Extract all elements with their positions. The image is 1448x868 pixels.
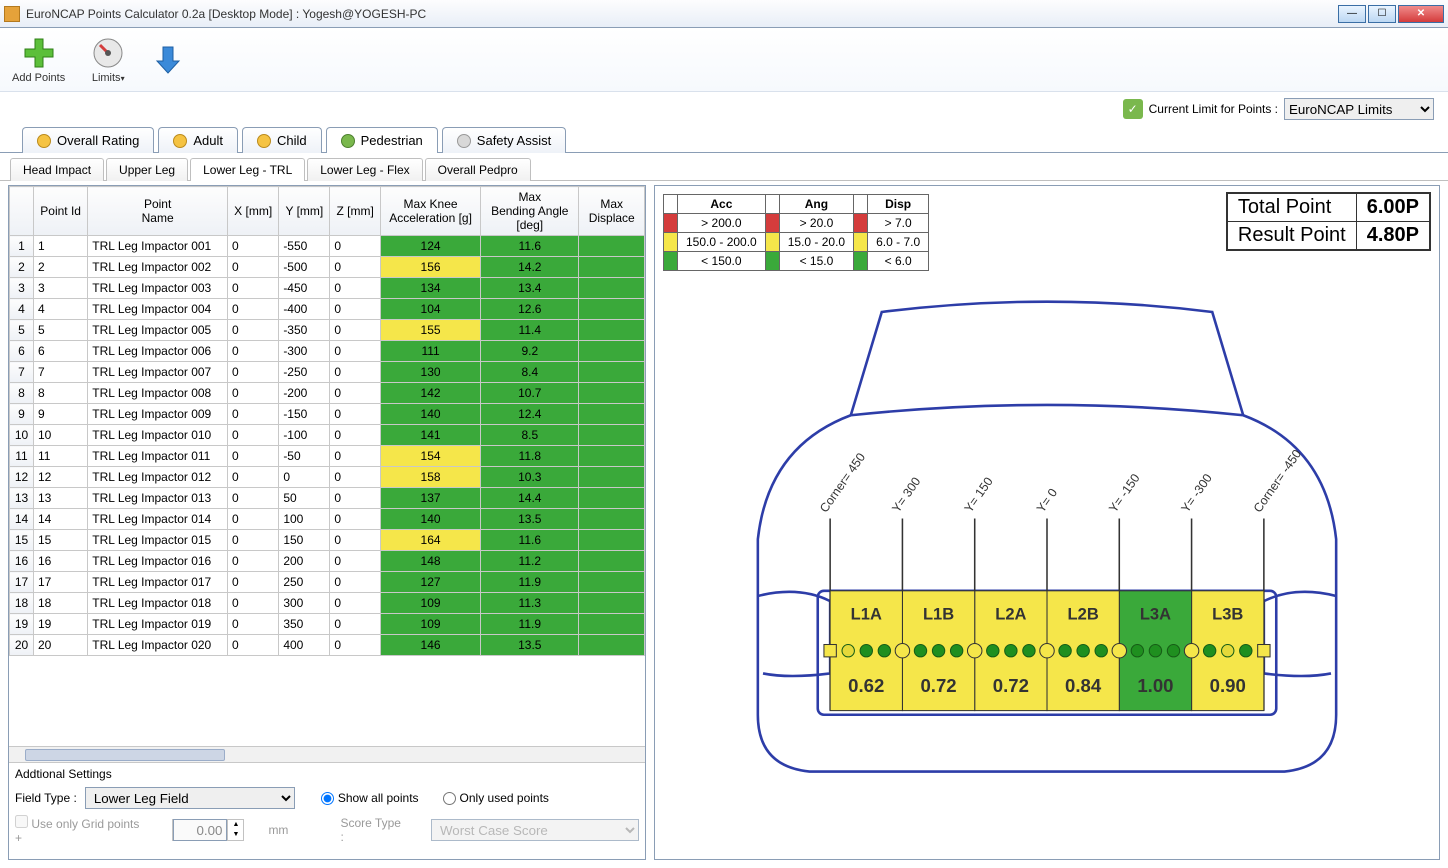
ribbon-toolbar: Add Points Limits▾	[0, 28, 1448, 92]
limits-select[interactable]: EuroNCAP Limits	[1284, 98, 1434, 120]
table-row[interactable]: 1111TRL Leg Impactor 0110-50015411.8	[10, 446, 645, 467]
app-icon	[4, 6, 20, 22]
table-row[interactable]: 88TRL Leg Impactor 0080-200014210.7	[10, 383, 645, 404]
window-minimize-button[interactable]	[1338, 5, 1366, 23]
show-all-points-radio[interactable]: Show all points	[321, 791, 419, 805]
subtab-lower-leg-trl[interactable]: Lower Leg - TRL	[190, 158, 305, 181]
col-y[interactable]: Y [mm]	[279, 187, 330, 236]
horizontal-scrollbar[interactable]	[9, 746, 645, 762]
plus-icon	[22, 36, 56, 70]
svg-text:L3B: L3B	[1212, 605, 1243, 624]
subtab-upper-leg[interactable]: Upper Leg	[106, 158, 188, 181]
result-box: Total Point6.00P Result Point4.80P	[1226, 192, 1431, 251]
main-tabstrip: Overall Rating Adult Child Pedestrian Sa…	[0, 126, 1448, 153]
svg-text:0.90: 0.90	[1210, 675, 1246, 696]
additional-settings-panel: Addtional Settings Field Type : Lower Le…	[9, 762, 645, 859]
table-row[interactable]: 1818TRL Leg Impactor 0180300010911.3	[10, 593, 645, 614]
table-row[interactable]: 99TRL Leg Impactor 0090-150014012.4	[10, 404, 645, 425]
down-arrow-button[interactable]	[147, 41, 189, 79]
svg-text:L1B: L1B	[923, 605, 954, 624]
svg-text:0.62: 0.62	[848, 675, 884, 696]
svg-text:Corner= -450: Corner= -450	[1251, 447, 1305, 515]
svg-text:Y= 0: Y= 0	[1034, 486, 1060, 515]
score-type-label: Score Type :	[340, 816, 407, 844]
svg-text:0.84: 0.84	[1065, 675, 1102, 696]
table-row[interactable]: 22TRL Leg Impactor 0020-500015614.2	[10, 257, 645, 278]
table-row[interactable]: 44TRL Leg Impactor 0040-400010412.6	[10, 299, 645, 320]
sub-tabstrip: Head Impact Upper Leg Lower Leg - TRL Lo…	[0, 157, 1448, 181]
tab-child[interactable]: Child	[242, 127, 322, 153]
tab-overall-rating[interactable]: Overall Rating	[22, 127, 154, 153]
table-row[interactable]: 77TRL Leg Impactor 0070-25001308.4	[10, 362, 645, 383]
svg-text:L2B: L2B	[1068, 605, 1099, 624]
table-row[interactable]: 1010TRL Leg Impactor 0100-10001418.5	[10, 425, 645, 446]
field-type-select[interactable]: Lower Leg Field	[85, 787, 295, 809]
table-row[interactable]: 66TRL Leg Impactor 0060-30001119.2	[10, 341, 645, 362]
settings-title: Addtional Settings	[15, 767, 639, 781]
col-max-bend[interactable]: Max Bending Angle [deg]	[481, 187, 579, 236]
tab-safety-assist[interactable]: Safety Assist	[442, 127, 566, 153]
current-limit-label: Current Limit for Points :	[1149, 102, 1278, 116]
threshold-legend-table: AccAngDisp > 200.0> 20.0> 7.0 150.0 - 20…	[663, 194, 929, 271]
svg-text:1.00: 1.00	[1137, 675, 1173, 696]
tab-adult[interactable]: Adult	[158, 127, 238, 153]
svg-text:Y= 300: Y= 300	[889, 475, 923, 516]
col-x[interactable]: X [mm]	[228, 187, 279, 236]
svg-text:Y= -150: Y= -150	[1106, 471, 1143, 515]
data-grid[interactable]: Point Id Point Name X [mm] Y [mm] Z [mm]…	[9, 186, 645, 746]
table-row[interactable]: 1919TRL Leg Impactor 0190350010911.9	[10, 614, 645, 635]
limits-label: Limits▾	[92, 72, 125, 84]
table-row[interactable]: 1616TRL Leg Impactor 0160200014811.2	[10, 551, 645, 572]
arrow-down-icon	[151, 43, 185, 77]
window-maximize-button[interactable]	[1368, 5, 1396, 23]
only-used-points-radio[interactable]: Only used points	[443, 791, 549, 805]
svg-text:Corner= 450: Corner= 450	[817, 450, 868, 515]
svg-text:L3A: L3A	[1140, 605, 1171, 624]
score-type-select[interactable]: Worst Case Score	[431, 819, 639, 841]
svg-text:0.72: 0.72	[920, 675, 956, 696]
subtab-overall-pedpro[interactable]: Overall Pedpro	[425, 158, 531, 181]
table-row[interactable]: 2020TRL Leg Impactor 0200400014613.5	[10, 635, 645, 656]
left-pane: Point Id Point Name X [mm] Y [mm] Z [mm]…	[8, 185, 646, 860]
svg-text:L1A: L1A	[851, 605, 882, 624]
table-row[interactable]: 55TRL Leg Impactor 0050-350015511.4	[10, 320, 645, 341]
tab-pedestrian[interactable]: Pedestrian	[326, 127, 438, 153]
table-row[interactable]: 1212TRL Leg Impactor 01200015810.3	[10, 467, 645, 488]
col-max-disp[interactable]: Max Displace	[579, 187, 645, 236]
col-point-name[interactable]: Point Name	[88, 187, 228, 236]
mm-label: mm	[268, 823, 288, 837]
grid-spacing-input[interactable]: ▲▼	[172, 819, 244, 841]
window-titlebar: EuroNCAP Points Calculator 0.2a [Desktop…	[0, 0, 1448, 28]
subtab-head-impact[interactable]: Head Impact	[10, 158, 104, 181]
limits-bar: ✓ Current Limit for Points : EuroNCAP Li…	[0, 92, 1448, 126]
svg-text:Y= -300: Y= -300	[1178, 471, 1215, 515]
limits-indicator-icon: ✓	[1123, 99, 1143, 119]
subtab-lower-leg-flex[interactable]: Lower Leg - Flex	[307, 158, 422, 181]
col-point-id[interactable]: Point Id	[34, 187, 88, 236]
use-only-grid-points-checkbox[interactable]: Use only Grid points +	[15, 815, 148, 845]
limits-button[interactable]: Limits▾	[87, 34, 129, 86]
col-max-knee-acc[interactable]: Max Knee Acceleration [g]	[380, 187, 480, 236]
field-type-label: Field Type :	[15, 791, 77, 805]
gauge-icon	[91, 36, 125, 70]
table-row[interactable]: 33TRL Leg Impactor 0030-450013413.4	[10, 278, 645, 299]
car-diagram: Corner= 450 Y= 300 Y= 150 Y= 0 Y= -150 Y= -30…	[663, 281, 1431, 818]
svg-text:0.72: 0.72	[993, 675, 1029, 696]
svg-text:L2A: L2A	[995, 605, 1026, 624]
table-row[interactable]: 1414TRL Leg Impactor 0140100014013.5	[10, 509, 645, 530]
add-points-label: Add Points	[12, 72, 65, 84]
table-row[interactable]: 1717TRL Leg Impactor 0170250012711.9	[10, 572, 645, 593]
col-z[interactable]: Z [mm]	[330, 187, 381, 236]
table-row[interactable]: 1515TRL Leg Impactor 0150150016411.6	[10, 530, 645, 551]
right-pane: AccAngDisp > 200.0> 20.0> 7.0 150.0 - 20…	[654, 185, 1440, 860]
table-row[interactable]: 11TRL Leg Impactor 0010-550012411.6	[10, 236, 645, 257]
table-row[interactable]: 1313TRL Leg Impactor 013050013714.4	[10, 488, 645, 509]
add-points-button[interactable]: Add Points	[8, 34, 69, 86]
window-close-button[interactable]	[1398, 5, 1444, 23]
svg-text:Y= 150: Y= 150	[962, 475, 996, 516]
window-title: EuroNCAP Points Calculator 0.2a [Desktop…	[26, 7, 426, 21]
